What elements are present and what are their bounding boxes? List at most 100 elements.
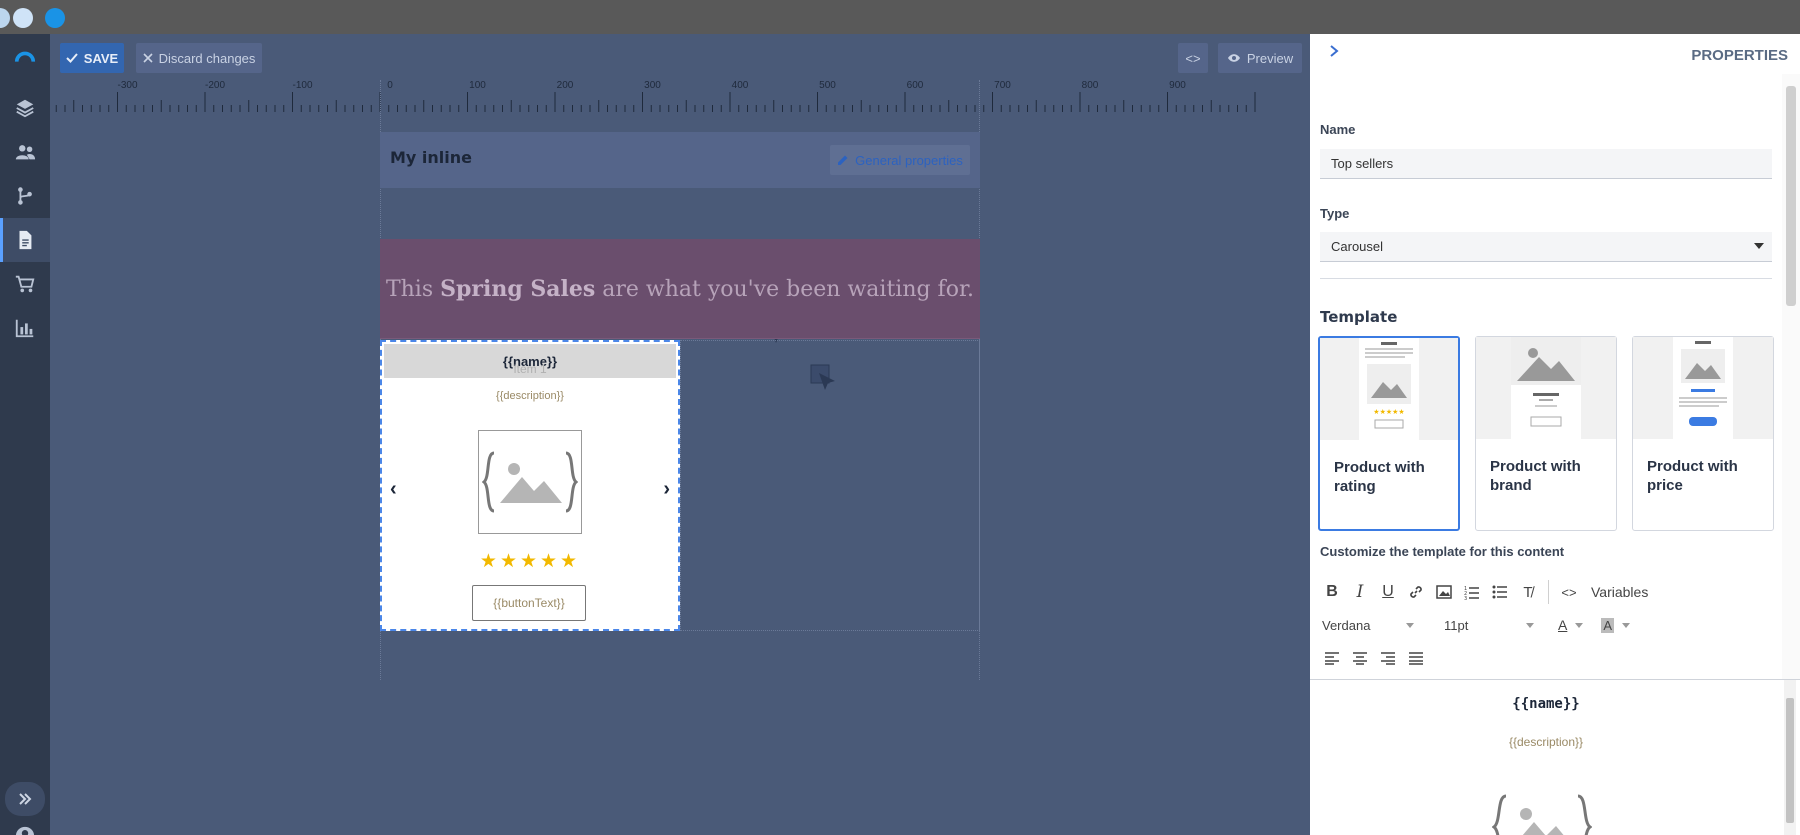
panel-scrollbar[interactable] <box>1782 74 1800 679</box>
variables-dropdown[interactable]: Variables <box>1591 584 1648 600</box>
banner-text: This Spring Sales are what you've been w… <box>386 276 974 302</box>
customize-label: Customize the template for this content <box>1320 544 1565 559</box>
editor-toolbar-row-2: Verdana 11pt A A <box>1318 611 1631 639</box>
drop-target-icon <box>810 364 835 390</box>
svg-text:3: 3 <box>1464 596 1467 600</box>
close-icon <box>143 53 153 63</box>
sidebar-item-reports[interactable] <box>0 306 50 350</box>
name-label: Name <box>1320 122 1356 137</box>
image-placeholder-icon <box>1492 794 1592 835</box>
name-field[interactable]: Top sellers <box>1320 149 1772 179</box>
preview-label: Preview <box>1246 50 1294 66</box>
type-select[interactable]: Carousel <box>1320 232 1772 262</box>
font-family-select[interactable]: Verdana <box>1322 618 1432 633</box>
app-logo[interactable] <box>0 36 50 80</box>
insert-image-icon[interactable] <box>1430 578 1458 606</box>
empty-drop-cell[interactable] <box>680 340 980 631</box>
bold-icon[interactable]: B <box>1318 578 1346 606</box>
editor-scrollbar[interactable] <box>1784 680 1796 835</box>
template-preview-icon <box>1673 337 1733 439</box>
sidebar-expand-button[interactable] <box>5 782 45 816</box>
editor-toolbar-row-1: B I U 123 T̸ <> Variables <box>1318 578 1648 606</box>
image-placeholder-icon <box>482 451 578 513</box>
font-size-select[interactable]: 11pt <box>1444 618 1554 633</box>
ruler-label: 700 <box>994 80 1011 91</box>
source-code-icon[interactable]: <> <box>1555 578 1583 606</box>
numbered-list-icon[interactable]: 123 <box>1458 578 1486 606</box>
sidebar-item-commerce[interactable] <box>0 262 50 306</box>
italic-icon[interactable]: I <box>1346 578 1374 606</box>
template-card-price[interactable]: Product with price <box>1632 336 1774 531</box>
carousel-block[interactable]: {{name}} Item 1 {{description}} ‹ › ★★★★… <box>380 340 680 631</box>
template-editor-content[interactable]: {{name}} {{description}} <box>1310 679 1800 835</box>
general-properties-button[interactable]: General properties <box>830 145 970 175</box>
double-chevron-right-icon <box>19 793 32 805</box>
pencil-icon <box>838 155 848 165</box>
layers-icon <box>16 99 34 118</box>
template-name: Product with rating <box>1334 459 1425 495</box>
editor-description-placeholder: {{description}} <box>1508 735 1584 749</box>
save-button[interactable]: SAVE <box>60 43 124 73</box>
sidebar-item-content[interactable] <box>0 218 50 262</box>
align-right-icon[interactable] <box>1374 644 1402 672</box>
sidebar-item-layers[interactable] <box>0 86 50 130</box>
panel-scrollbar-thumb[interactable] <box>1786 86 1796 306</box>
template-heading: Template <box>1320 308 1398 326</box>
svg-text:★★★★★: ★★★★★ <box>1373 408 1404 416</box>
text-color-select[interactable]: A <box>1558 617 1584 633</box>
window-control-dot[interactable] <box>45 8 65 28</box>
carousel-next-icon[interactable]: › <box>663 478 670 501</box>
promo-banner[interactable]: This Spring Sales are what you've been w… <box>380 239 980 339</box>
background-color-icon: A <box>1601 617 1615 633</box>
align-left-icon[interactable] <box>1318 644 1346 672</box>
align-justify-icon[interactable] <box>1402 644 1430 672</box>
clear-format-icon[interactable]: T̸ <box>1514 578 1542 606</box>
underline-icon[interactable]: U <box>1374 578 1402 606</box>
logo-icon <box>14 51 36 62</box>
name-field-value: Top sellers <box>1331 156 1394 171</box>
caret-down-icon <box>1754 243 1764 249</box>
sidebar-item-users[interactable] <box>0 130 50 174</box>
chart-icon <box>15 319 34 338</box>
banner-text-suffix: are what you've been waiting for. <box>595 276 975 302</box>
account-button[interactable] <box>0 814 50 835</box>
bullet-list-icon[interactable] <box>1486 578 1514 606</box>
background-color-select[interactable]: A <box>1601 617 1631 633</box>
editor-toolbar: SAVE Discard changes <> Preview <box>50 34 1310 78</box>
carousel-item-label: Item 1 <box>513 362 547 376</box>
caret-down-icon <box>1526 622 1535 628</box>
preview-button[interactable]: Preview <box>1218 43 1302 73</box>
discard-changes-button[interactable]: Discard changes <box>136 43 262 73</box>
section-divider <box>1320 278 1772 279</box>
template-name: Product with brand <box>1490 458 1581 494</box>
template-preview-icon: ★★★★★ <box>1359 338 1419 440</box>
font-family-value: Verdana <box>1322 617 1371 633</box>
window-control-dot[interactable] <box>13 8 33 28</box>
chevron-right-icon[interactable] <box>1328 44 1340 58</box>
carousel-item-image <box>478 430 582 534</box>
type-label: Type <box>1320 206 1350 221</box>
editor-scrollbar-thumb[interactable] <box>1786 698 1794 823</box>
check-icon <box>66 53 78 63</box>
toolbar-separator <box>1548 580 1549 604</box>
link-icon[interactable] <box>1402 578 1430 606</box>
template-card-rating[interactable]: ★★★★★ Product with rating <box>1318 336 1460 531</box>
app-sidebar <box>0 34 50 835</box>
align-center-icon[interactable] <box>1346 644 1374 672</box>
window-control-dot[interactable] <box>0 8 10 28</box>
properties-header: PROPERTIES <box>1310 34 1800 78</box>
content-header: My inline General properties <box>380 132 980 188</box>
carousel-item-button[interactable]: {{buttonText}} <box>472 585 586 621</box>
rating-stars: ★★★★★ <box>479 551 581 572</box>
template-preview-icon <box>1511 337 1581 439</box>
properties-panel: PROPERTIES Name Top sellers Type Carouse… <box>1310 34 1800 835</box>
banner-text-prefix: This <box>385 276 441 302</box>
code-icon: <> <box>1185 50 1201 66</box>
template-thumbnail <box>1476 337 1616 439</box>
properties-title: PROPERTIES <box>1691 47 1788 64</box>
carousel-prev-icon[interactable]: ‹ <box>390 478 397 501</box>
sidebar-item-flows[interactable] <box>0 174 50 218</box>
code-view-button[interactable]: <> <box>1178 43 1208 73</box>
template-card-brand[interactable]: Product with brand <box>1475 336 1617 531</box>
carousel-item-description: {{description}} <box>496 390 564 402</box>
